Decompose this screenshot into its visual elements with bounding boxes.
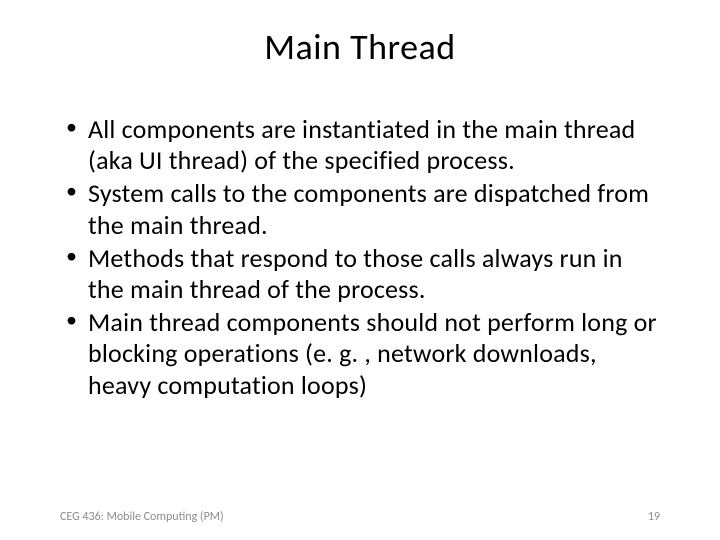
footer: CEG 436: Mobile Computing (PM) 19 bbox=[60, 510, 660, 524]
footer-page-number: 19 bbox=[648, 510, 660, 524]
list-item: System calls to the components are dispa… bbox=[60, 178, 660, 240]
bullet-list: All components are instantiated in the m… bbox=[60, 114, 660, 401]
footer-left: CEG 436: Mobile Computing (PM) bbox=[60, 510, 224, 524]
list-item: All components are instantiated in the m… bbox=[60, 114, 660, 176]
slide-title: Main Thread bbox=[60, 25, 660, 69]
slide: Main Thread All components are instantia… bbox=[0, 0, 720, 540]
list-item: Methods that respond to those calls alwa… bbox=[60, 243, 660, 305]
list-item: Main thread components should not perfor… bbox=[60, 307, 660, 401]
